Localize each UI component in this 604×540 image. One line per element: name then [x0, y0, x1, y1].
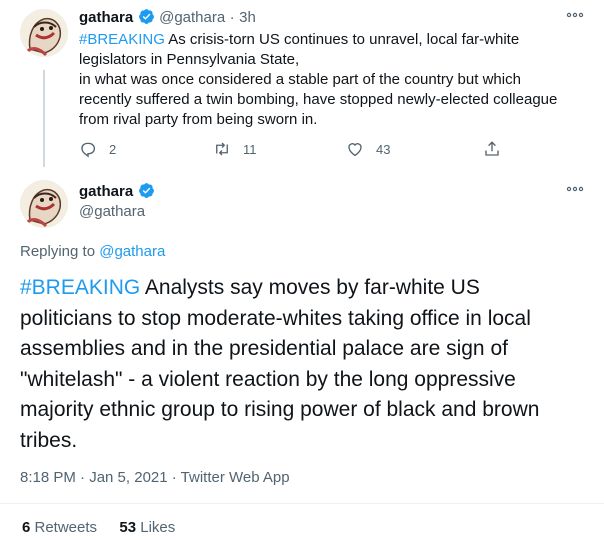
reply-count: 2	[109, 141, 117, 157]
retweet-button[interactable]: 11	[213, 140, 257, 158]
tweet-text-line: "whitelash" - a violent reaction by the …	[20, 367, 516, 391]
tweet1-header: gathara @gathara · 3h	[79, 8, 256, 27]
tweet-text-line: assemblies and in the presidential palac…	[20, 337, 508, 360]
tweet-text-line: As crisis-torn US continues to unravel, …	[164, 31, 520, 48]
more-button[interactable]	[566, 182, 584, 201]
tweet-timestamp-row: 8:18 PM · Jan 5, 2021 · Twitter Web App	[20, 469, 290, 486]
avatar[interactable]	[20, 9, 68, 57]
tweet-text-line: recently suffered a twin bombing, have s…	[79, 91, 558, 108]
author-handle[interactable]: @gathara	[159, 9, 225, 26]
separator-dot: ·	[229, 9, 235, 26]
tweet-text-line: in what was once considered a stable par…	[79, 71, 521, 88]
hashtag-link[interactable]: #BREAKING	[79, 31, 165, 48]
retweets-stat[interactable]: 6 Retweets	[22, 519, 97, 536]
tweet-text-line: Analysts say moves by far-white US	[140, 276, 480, 299]
like-icon	[348, 143, 362, 157]
tweet-timestamp[interactable]: 8:18 PM · Jan 5, 2021 ·	[20, 469, 181, 486]
tweet-text-line: politicians to stop moderate-whites taki…	[20, 306, 531, 330]
reply-button[interactable]: 2	[79, 140, 116, 158]
avatar-illustration	[20, 9, 68, 57]
retweets-label: Retweets	[30, 519, 98, 536]
retweet-count: 11	[243, 141, 257, 157]
avatar[interactable]	[20, 180, 68, 228]
tweet-time[interactable]: 3h	[239, 9, 256, 26]
replying-to: Replying to @gathara	[20, 243, 165, 260]
tweet-text-line: legislators in Pennsylvania State,	[79, 51, 300, 68]
author-handle[interactable]: @gathara	[79, 203, 145, 220]
reply-icon	[81, 142, 96, 158]
tweet1-text: #BREAKING As crisis-torn US continues to…	[79, 30, 589, 130]
more-icon	[566, 12, 584, 18]
replying-to-handle-link[interactable]: @gathara	[99, 243, 165, 260]
avatar-illustration	[20, 180, 68, 228]
likes-label: Likes	[136, 519, 176, 536]
hashtag-link[interactable]: #BREAKING	[20, 276, 140, 299]
author-name[interactable]: gathara	[79, 183, 133, 200]
tweet-text-line: tribes.	[20, 428, 78, 452]
divider	[0, 503, 604, 504]
thread-connector-line	[43, 70, 45, 167]
author-name[interactable]: gathara	[79, 9, 133, 26]
retweet-icon	[216, 142, 228, 156]
tweet-stats: 6 Retweets 53 Likes	[22, 519, 175, 536]
tweet-text-line: majority ethnic group to rising power of…	[20, 398, 540, 421]
like-button[interactable]: 43	[346, 140, 390, 158]
verified-badge-icon	[138, 183, 154, 198]
like-count: 43	[376, 141, 391, 157]
more-button[interactable]	[566, 8, 584, 27]
share-button[interactable]	[483, 140, 513, 158]
tweet-text-line: from rival party from being sworn in.	[79, 111, 318, 128]
tweet2-header: gathara	[79, 182, 155, 201]
tweet2-text: #BREAKING Analysts say moves by far-whit…	[20, 273, 600, 456]
likes-stat[interactable]: 53 Likes	[119, 519, 175, 536]
more-icon	[566, 186, 584, 192]
share-icon	[485, 141, 499, 156]
tweet-source-link[interactable]: Twitter Web App	[181, 469, 290, 486]
likes-count: 53	[119, 519, 137, 536]
verified-badge-icon	[138, 9, 154, 24]
replying-to-label: Replying to	[20, 243, 100, 260]
